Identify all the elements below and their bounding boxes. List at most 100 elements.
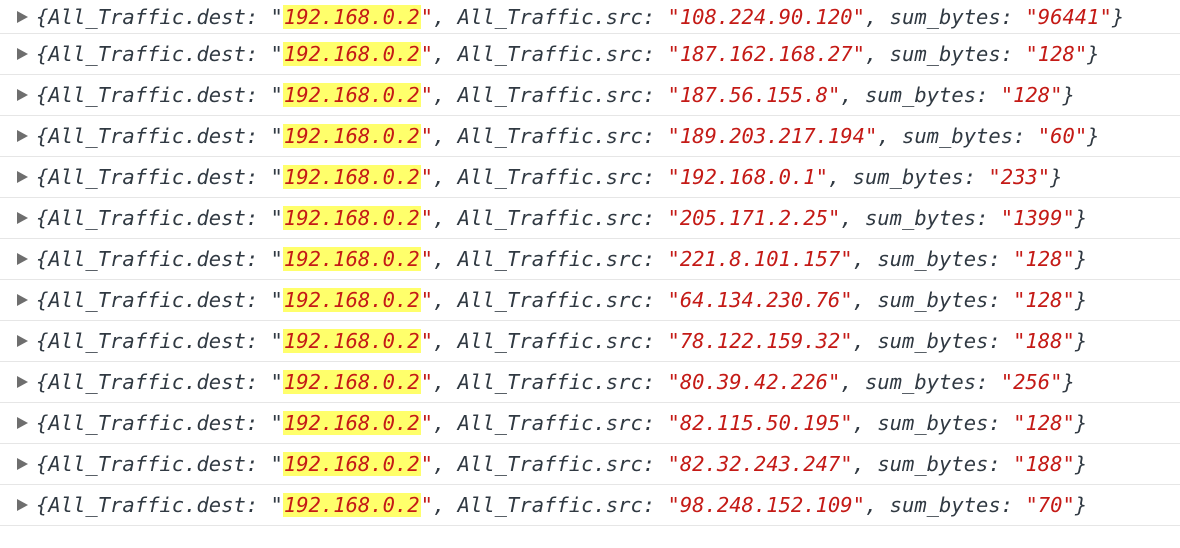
dest-value-highlighted: 192.168.0.2 bbox=[282, 165, 421, 189]
object-preview[interactable]: {All_Traffic.dest: "192.168.0.2", All_Tr… bbox=[36, 362, 1075, 402]
dest-value-highlighted: 192.168.0.2 bbox=[282, 83, 421, 107]
object-preview[interactable]: {All_Traffic.dest: "192.168.0.2", All_Tr… bbox=[36, 280, 1087, 320]
object-preview[interactable]: {All_Traffic.dest: "192.168.0.2", All_Tr… bbox=[36, 0, 1124, 33]
log-entry: {All_Traffic.dest: "192.168.0.2", All_Tr… bbox=[0, 157, 1180, 198]
bytes-value: 1399 bbox=[1013, 206, 1063, 230]
bytes-key: sum_bytes bbox=[864, 83, 977, 107]
bytes-key: sum_bytes bbox=[889, 42, 1001, 66]
object-preview[interactable]: {All_Traffic.dest: "192.168.0.2", All_Tr… bbox=[36, 34, 1100, 74]
expand-triangle-icon[interactable] bbox=[17, 458, 28, 470]
object-preview[interactable]: {All_Traffic.dest: "192.168.0.2", All_Tr… bbox=[36, 116, 1100, 156]
dest-value-highlighted: 192.168.0.2 bbox=[282, 288, 421, 312]
expand-triangle-icon[interactable] bbox=[17, 171, 28, 183]
src-key: All_Traffic.src bbox=[457, 247, 643, 271]
dest-key: All_Traffic.dest bbox=[48, 288, 246, 312]
object-preview[interactable]: {All_Traffic.dest: "192.168.0.2", All_Tr… bbox=[36, 75, 1075, 115]
dest-value-highlighted: 192.168.0.2 bbox=[282, 124, 421, 148]
log-entry: {All_Traffic.dest: "192.168.0.2", All_Tr… bbox=[0, 198, 1180, 239]
log-entry: {All_Traffic.dest: "192.168.0.2", All_Tr… bbox=[0, 444, 1180, 485]
src-value: 187.162.168.27 bbox=[679, 42, 853, 66]
object-preview[interactable]: {All_Traffic.dest: "192.168.0.2", All_Tr… bbox=[36, 485, 1087, 525]
log-entry: {All_Traffic.dest: "192.168.0.2", All_Tr… bbox=[0, 403, 1180, 444]
src-key: All_Traffic.src bbox=[457, 493, 643, 517]
dest-value-highlighted: 192.168.0.2 bbox=[282, 411, 421, 435]
src-key: All_Traffic.src bbox=[457, 206, 643, 230]
expand-triangle-icon[interactable] bbox=[17, 48, 28, 60]
object-preview[interactable]: {All_Traffic.dest: "192.168.0.2", All_Tr… bbox=[36, 239, 1087, 279]
src-key: All_Traffic.src bbox=[457, 452, 643, 476]
src-value: 192.168.0.1 bbox=[679, 165, 816, 189]
expand-triangle-icon[interactable] bbox=[17, 417, 28, 429]
src-key: All_Traffic.src bbox=[457, 288, 643, 312]
dest-key: All_Traffic.dest bbox=[48, 329, 246, 353]
log-entry: {All_Traffic.dest: "192.168.0.2", All_Tr… bbox=[0, 239, 1180, 280]
bytes-key: sum_bytes bbox=[877, 411, 989, 435]
object-preview[interactable]: {All_Traffic.dest: "192.168.0.2", All_Tr… bbox=[36, 444, 1087, 484]
dest-key: All_Traffic.dest bbox=[48, 452, 246, 476]
bytes-key: sum_bytes bbox=[877, 329, 989, 353]
bytes-value: 128 bbox=[1025, 288, 1063, 312]
dest-key: All_Traffic.dest bbox=[48, 411, 246, 435]
object-preview[interactable]: {All_Traffic.dest: "192.168.0.2", All_Tr… bbox=[36, 403, 1087, 443]
dest-value-highlighted: 192.168.0.2 bbox=[282, 493, 421, 517]
bytes-value: 60 bbox=[1050, 124, 1075, 148]
object-preview[interactable]: {All_Traffic.dest: "192.168.0.2", All_Tr… bbox=[36, 321, 1087, 361]
src-value: 64.134.230.76 bbox=[679, 288, 841, 312]
dest-value-highlighted: 192.168.0.2 bbox=[282, 206, 421, 230]
expand-triangle-icon[interactable] bbox=[17, 499, 28, 511]
dest-value-highlighted: 192.168.0.2 bbox=[282, 329, 421, 353]
src-key: All_Traffic.src bbox=[457, 124, 643, 148]
src-value: 221.8.101.157 bbox=[679, 247, 841, 271]
log-entry: {All_Traffic.dest: "192.168.0.2", All_Tr… bbox=[0, 280, 1180, 321]
bytes-key: sum_bytes bbox=[864, 206, 977, 230]
bytes-value: 128 bbox=[1025, 247, 1063, 271]
expand-triangle-icon[interactable] bbox=[17, 294, 28, 306]
bytes-value: 128 bbox=[1013, 83, 1051, 107]
dest-key: All_Traffic.dest bbox=[48, 42, 246, 66]
log-entry: {All_Traffic.dest: "192.168.0.2", All_Tr… bbox=[0, 75, 1180, 116]
bytes-value: 188 bbox=[1025, 329, 1063, 353]
bytes-key: sum_bytes bbox=[877, 288, 989, 312]
log-entry: {All_Traffic.dest: "192.168.0.2", All_Tr… bbox=[0, 362, 1180, 403]
object-preview[interactable]: {All_Traffic.dest: "192.168.0.2", All_Tr… bbox=[36, 198, 1087, 238]
dest-key: All_Traffic.dest bbox=[48, 493, 246, 517]
src-key: All_Traffic.src bbox=[457, 42, 643, 66]
dest-value-highlighted: 192.168.0.2 bbox=[282, 42, 421, 66]
log-entry: {All_Traffic.dest: "192.168.0.2", All_Tr… bbox=[0, 321, 1180, 362]
expand-triangle-icon[interactable] bbox=[17, 253, 28, 265]
dest-key: All_Traffic.dest bbox=[48, 5, 246, 29]
src-key: All_Traffic.src bbox=[457, 5, 643, 29]
expand-triangle-icon[interactable] bbox=[17, 89, 28, 101]
dest-key: All_Traffic.dest bbox=[48, 83, 246, 107]
bytes-key: sum_bytes bbox=[852, 165, 964, 189]
src-key: All_Traffic.src bbox=[457, 83, 643, 107]
expand-triangle-icon[interactable] bbox=[17, 335, 28, 347]
dest-key: All_Traffic.dest bbox=[48, 206, 246, 230]
dest-value-highlighted: 192.168.0.2 bbox=[282, 370, 421, 394]
bytes-key: sum_bytes bbox=[889, 5, 1001, 29]
src-key: All_Traffic.src bbox=[457, 411, 643, 435]
object-preview[interactable]: {All_Traffic.dest: "192.168.0.2", All_Tr… bbox=[36, 157, 1062, 197]
bytes-key: sum_bytes bbox=[877, 452, 989, 476]
log-entry: {All_Traffic.dest: "192.168.0.2", All_Tr… bbox=[0, 0, 1180, 34]
dest-key: All_Traffic.dest bbox=[48, 370, 246, 394]
expand-triangle-icon[interactable] bbox=[17, 212, 28, 224]
expand-triangle-icon[interactable] bbox=[17, 10, 28, 23]
bytes-value: 128 bbox=[1025, 411, 1063, 435]
console-output: {All_Traffic.dest: "192.168.0.2", All_Tr… bbox=[0, 0, 1180, 548]
expand-triangle-icon[interactable] bbox=[17, 130, 28, 142]
bytes-value: 96441 bbox=[1037, 5, 1100, 29]
src-value: 189.203.217.194 bbox=[679, 124, 865, 148]
bytes-value: 188 bbox=[1025, 452, 1063, 476]
src-value: 108.224.90.120 bbox=[679, 5, 853, 29]
bytes-value: 128 bbox=[1037, 42, 1075, 66]
bytes-key: sum_bytes bbox=[864, 370, 977, 394]
log-entry: {All_Traffic.dest: "192.168.0.2", All_Tr… bbox=[0, 116, 1180, 157]
expand-triangle-icon[interactable] bbox=[17, 376, 28, 388]
dest-key: All_Traffic.dest bbox=[48, 124, 246, 148]
src-value: 82.115.50.195 bbox=[679, 411, 841, 435]
bytes-value: 256 bbox=[1013, 370, 1051, 394]
src-key: All_Traffic.src bbox=[457, 165, 643, 189]
log-entry: {All_Traffic.dest: "192.168.0.2", All_Tr… bbox=[0, 485, 1180, 526]
bytes-value: 70 bbox=[1037, 493, 1063, 517]
